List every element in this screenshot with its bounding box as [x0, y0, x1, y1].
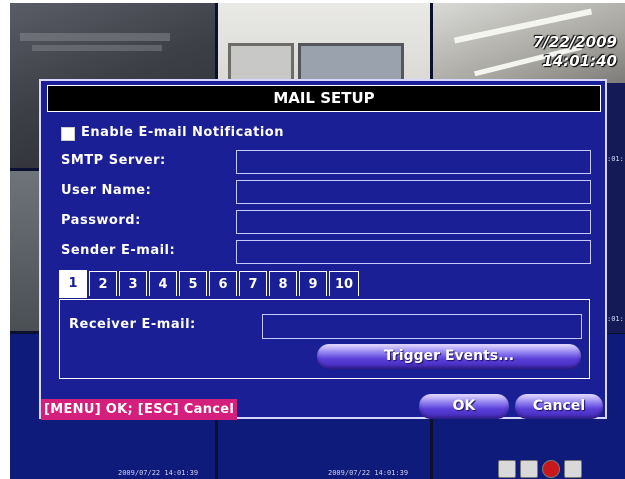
- mail-setup-dialog: MAIL SETUP Enable E-mail Notification SM…: [39, 79, 607, 420]
- status-tray: [498, 460, 582, 479]
- smtp-server-input[interactable]: [236, 150, 591, 174]
- status-icon: [564, 460, 582, 478]
- osd-time: 14:01:40: [542, 52, 617, 70]
- blurred-text: [20, 33, 170, 41]
- tab-receiver-9[interactable]: 9: [299, 271, 327, 296]
- record-icon: [542, 460, 560, 478]
- bottom-timestamp: 2009/07/22 14:01:39: [118, 469, 199, 477]
- side-timestamp: :01:: [607, 315, 624, 323]
- key-hint: [MENU] OK; [ESC] Cancel: [41, 399, 238, 420]
- tab-receiver-1[interactable]: 1: [59, 270, 87, 298]
- osd-datetime: 7/22/2009 14:01:40: [533, 33, 617, 71]
- user-name-input[interactable]: [236, 180, 591, 204]
- sender-email-label: Sender E-mail:: [61, 243, 176, 258]
- osd-date: 7/22/2009: [532, 33, 617, 51]
- status-icon: [520, 460, 538, 478]
- receiver-tabs: 1 2 3 4 5 6 7 8 9 10: [59, 270, 361, 298]
- password-input[interactable]: [236, 210, 591, 234]
- tab-receiver-2[interactable]: 2: [89, 271, 117, 296]
- ok-button[interactable]: OK: [419, 394, 509, 419]
- sender-email-input[interactable]: [236, 240, 591, 264]
- side-timestamp: :01:: [607, 155, 624, 163]
- blurred-text: [32, 45, 162, 51]
- tab-receiver-5[interactable]: 5: [179, 271, 207, 296]
- receiver-email-label: Receiver E-mail:: [69, 317, 196, 332]
- cancel-button[interactable]: Cancel: [515, 394, 603, 419]
- dialog-title: MAIL SETUP: [47, 85, 601, 112]
- status-icon: [498, 460, 516, 478]
- password-label: Password:: [61, 213, 141, 228]
- tab-receiver-7[interactable]: 7: [239, 271, 267, 296]
- smtp-server-label: SMTP Server:: [61, 153, 166, 168]
- tab-receiver-8[interactable]: 8: [269, 271, 297, 296]
- trigger-events-button[interactable]: Trigger Events...: [317, 344, 581, 369]
- tab-receiver-4[interactable]: 4: [149, 271, 177, 296]
- camera-view-right-edge[interactable]: :01: :01:: [605, 83, 625, 333]
- enable-email-label: Enable E-mail Notification: [81, 125, 284, 140]
- tab-receiver-6[interactable]: 6: [209, 271, 237, 296]
- tab-receiver-3[interactable]: 3: [119, 271, 147, 296]
- tab-receiver-10[interactable]: 10: [329, 271, 359, 296]
- enable-email-checkbox[interactable]: [61, 127, 75, 141]
- bottom-timestamp: 2009/07/22 14:01:39: [328, 469, 409, 477]
- receiver-email-input[interactable]: [262, 314, 582, 339]
- user-name-label: User Name:: [61, 183, 152, 198]
